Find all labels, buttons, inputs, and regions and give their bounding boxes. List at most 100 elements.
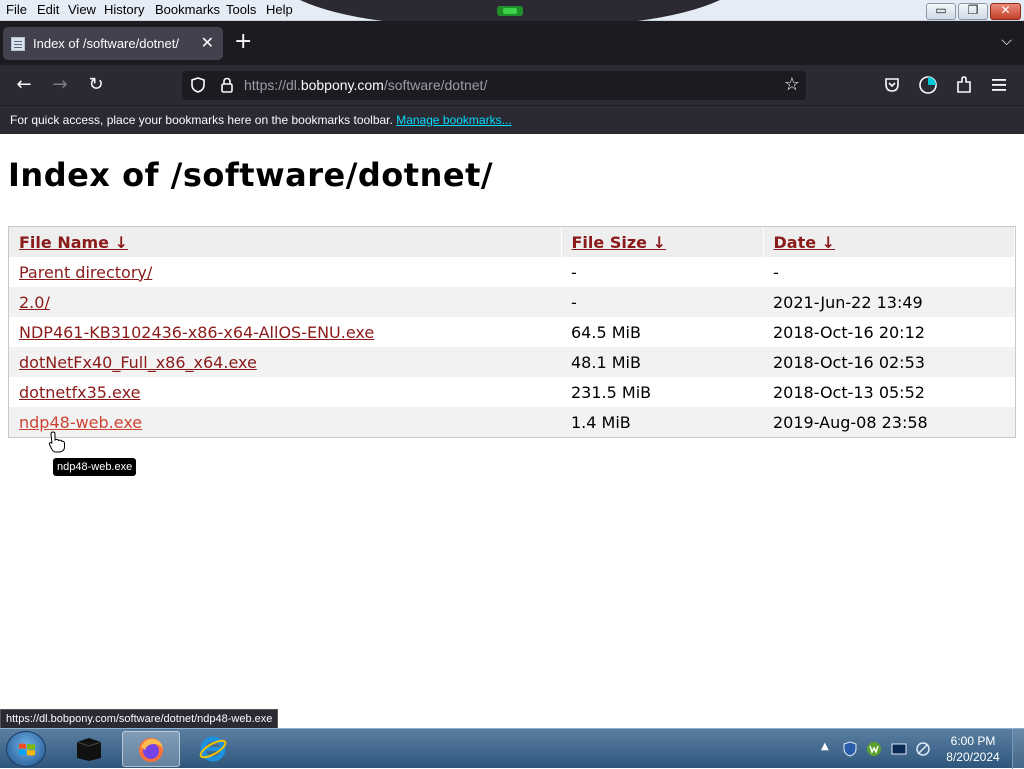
bookmarks-hint: For quick access, place your bookmarks h… — [10, 113, 512, 127]
sort-by-size-link[interactable]: File Size ↓ — [572, 233, 666, 252]
forward-icon[interactable]: → — [48, 74, 72, 95]
table-header-row: File Name ↓ File Size ↓ Date ↓ — [9, 227, 1015, 257]
file-link[interactable]: dotnetfx35.exe — [19, 383, 140, 402]
file-size-cell: 231.5 MiB — [571, 382, 652, 402]
menu-history[interactable]: History — [104, 2, 144, 17]
file-date-cell: 2018-Oct-13 05:52 — [773, 382, 925, 402]
hand-cursor-icon — [48, 431, 65, 453]
restore-icon: ❐ — [967, 3, 979, 17]
url-prefix: https://dl. — [244, 77, 301, 93]
back-icon[interactable]: ← — [12, 74, 36, 95]
column-header: File Size ↓ — [561, 227, 764, 257]
address-bar[interactable]: https://dl.bobpony.com/software/dotnet/ … — [182, 71, 806, 100]
file-date-cell: 2019-Aug-08 23:58 — [763, 407, 1015, 437]
new-tab-icon[interactable]: + — [234, 29, 252, 54]
chevron-down-icon[interactable]: ⌵ — [1001, 33, 1012, 49]
table-row: Parent directory/ - - — [9, 257, 1015, 287]
firefox-account-icon[interactable] — [918, 75, 938, 95]
manage-bookmarks-link[interactable]: Manage bookmarks... — [396, 113, 511, 127]
url-host: bobpony.com — [300, 77, 384, 93]
restore-button[interactable]: ❐ — [958, 3, 988, 20]
link-tooltip: ndp48-web.exe — [53, 458, 137, 476]
hamburger-menu-icon[interactable] — [991, 77, 1007, 93]
file-link[interactable]: dotNetFx40_Full_x86_x64.exe — [19, 353, 257, 372]
system-clock[interactable]: 6:00 PM 8/20/2024 — [942, 733, 1004, 765]
bookmark-star-icon[interactable]: ☆ — [784, 74, 800, 95]
file-link[interactable]: NDP461-KB3102436-x86-x64-AllOS-ENU.exe — [19, 323, 374, 342]
extensions-icon[interactable] — [955, 75, 973, 95]
pocket-icon[interactable] — [883, 76, 901, 94]
table-row: dotnetfx35.exe 231.5 MiB 2018-Oct-13 05:… — [9, 377, 1015, 407]
reload-icon[interactable]: ↻ — [84, 74, 108, 95]
file-size-cell: 64.5 MiB — [571, 322, 641, 342]
show-desktop-button[interactable] — [1012, 729, 1024, 769]
file-size-cell: - — [571, 262, 577, 282]
file-size-cell: 1.4 MiB — [561, 407, 763, 437]
tab-strip: Index of /software/dotnet/ ✕ + ⌵ — [0, 21, 1024, 65]
menu-bookmarks[interactable]: Bookmarks — [155, 2, 220, 17]
file-link[interactable]: ndp48-web.exe — [19, 413, 142, 432]
menu-view[interactable]: View — [68, 2, 96, 17]
column-header: Date ↓ — [763, 227, 1015, 257]
url-text[interactable]: https://dl.bobpony.com/software/dotnet/ — [244, 77, 487, 93]
status-link-preview: https://dl.bobpony.com/software/dotnet/n… — [0, 709, 279, 729]
table-row: dotNetFx40_Full_x86_x64.exe 48.1 MiB 201… — [9, 347, 1015, 377]
file-date-cell: - — [773, 262, 779, 282]
taskbar-app-terminal[interactable] — [60, 731, 118, 767]
file-date-cell: 2018-Oct-16 20:12 — [773, 322, 925, 342]
menu-bar: File Edit View History Bookmarks Tools H… — [0, 0, 1024, 28]
clock-time: 6:00 PM — [950, 734, 996, 748]
file-name-cell: Parent directory/ — [9, 257, 561, 287]
column-header: File Name ↓ — [9, 227, 562, 257]
internet-explorer-icon — [199, 736, 227, 762]
bookmarks-toolbar: For quick access, place your bookmarks h… — [0, 105, 1024, 134]
show-hidden-icons-icon[interactable]: ▲ — [821, 741, 829, 752]
start-button[interactable] — [6, 731, 46, 767]
file-date-cell: 2018-Oct-16 02:53 — [763, 347, 1015, 377]
tab-title: Index of /software/dotnet/ — [33, 36, 179, 51]
action-center-icon[interactable] — [891, 741, 907, 757]
file-size-cell: - — [561, 287, 763, 317]
file-table: File Name ↓ File Size ↓ Date ↓ Parent di… — [9, 227, 1015, 437]
menu-edit[interactable]: Edit — [37, 2, 59, 17]
tab-active[interactable]: Index of /software/dotnet/ ✕ — [3, 27, 223, 60]
network-icon[interactable] — [915, 741, 931, 757]
close-window-button[interactable]: ✕ — [990, 3, 1021, 20]
taskbar-app-firefox[interactable] — [122, 731, 180, 767]
menu-help[interactable]: Help — [266, 2, 293, 17]
sort-by-date-link[interactable]: Date ↓ — [774, 233, 836, 252]
page-favicon-icon — [11, 37, 25, 51]
file-link[interactable]: Parent directory/ — [19, 263, 152, 282]
page-title: Index of /software/dotnet/ — [8, 156, 494, 194]
lock-icon[interactable] — [219, 76, 235, 94]
file-name-cell: NDP461-KB3102436-x86-x64-AllOS-ENU.exe — [9, 317, 561, 347]
file-name-cell: 2.0/ — [9, 287, 561, 317]
close-tab-icon[interactable]: ✕ — [201, 33, 214, 52]
minimize-button[interactable]: ▭ — [926, 3, 956, 20]
file-link[interactable]: 2.0/ — [19, 293, 50, 312]
file-date-cell: 2021-Jun-22 13:49 — [763, 287, 1015, 317]
page-content: Index of /software/dotnet/ File Name ↓ F… — [0, 134, 1024, 729]
minimize-icon: ▭ — [935, 3, 947, 17]
taskbar-app-internet-explorer[interactable] — [184, 731, 242, 767]
table-row: NDP461-KB3102436-x86-x64-AllOS-ENU.exe 6… — [9, 317, 1015, 347]
table-row: 2.0/ - 2021-Jun-22 13:49 — [9, 287, 1015, 317]
clock-date: 8/20/2024 — [946, 750, 1000, 764]
sort-by-name-link[interactable]: File Name ↓ — [19, 233, 128, 252]
terminal-icon — [76, 738, 102, 761]
windows-logo-icon — [19, 743, 35, 756]
file-size-cell: 48.1 MiB — [561, 347, 763, 377]
url-path: /software/dotnet/ — [383, 77, 488, 93]
file-name-cell: ndp48-web.exe — [9, 407, 561, 437]
app-tray-w-icon[interactable] — [866, 741, 882, 757]
file-listing: File Name ↓ File Size ↓ Date ↓ Parent di… — [8, 226, 1016, 438]
bookmarks-hint-text: For quick access, place your bookmarks h… — [10, 113, 393, 127]
menu-file[interactable]: File — [6, 2, 27, 17]
taskbar: ▲ 6:00 PM 8/20/2024 — [0, 728, 1024, 769]
file-name-cell: dotNetFx40_Full_x86_x64.exe — [9, 347, 561, 377]
security-shield-icon[interactable] — [842, 741, 858, 757]
navigation-bar: ← → ↻ https://dl.bobpony.com/software/do… — [0, 65, 1024, 105]
menu-tools[interactable]: Tools — [226, 2, 256, 17]
firefox-icon — [139, 738, 163, 762]
tracking-protection-icon[interactable] — [189, 76, 207, 94]
